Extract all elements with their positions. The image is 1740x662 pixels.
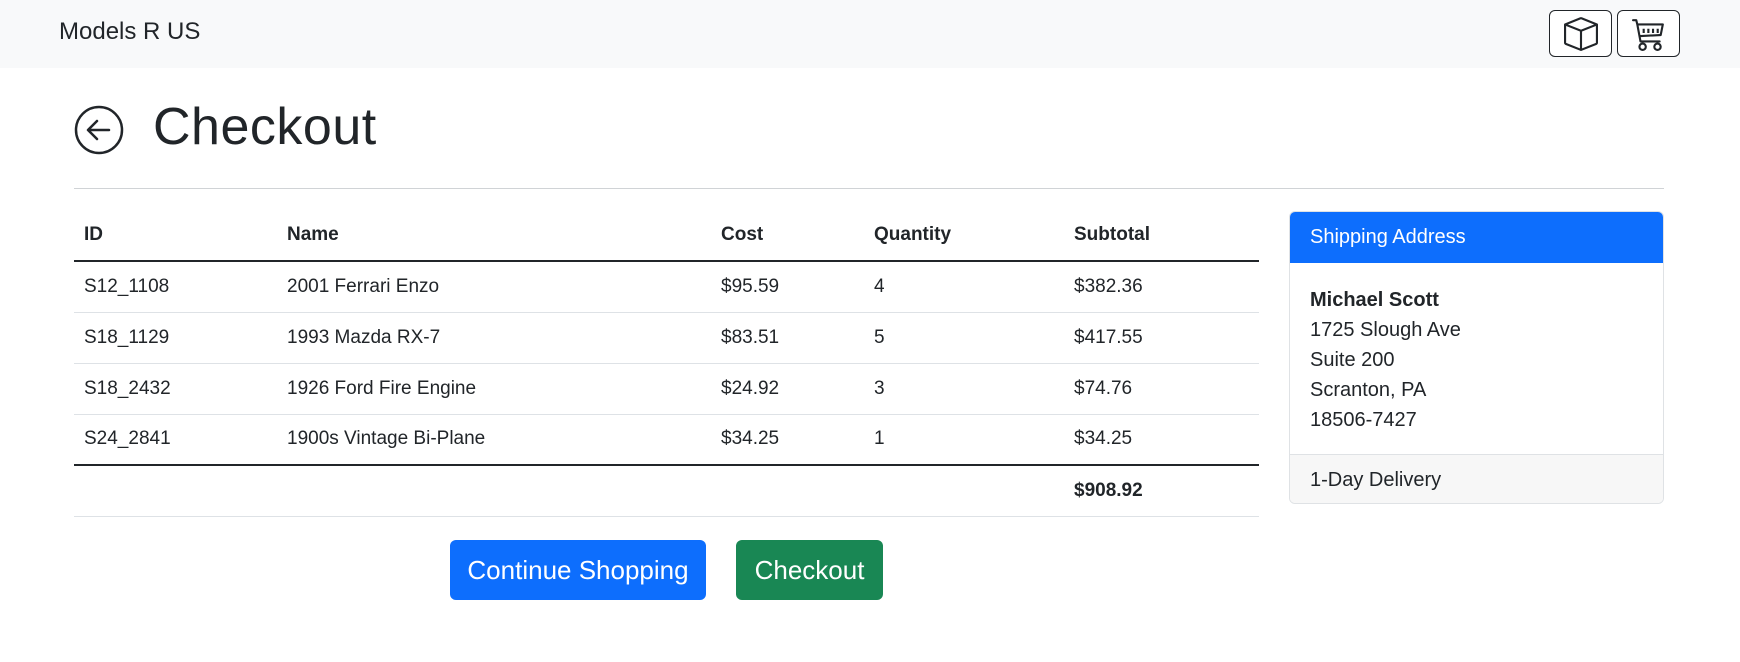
cell-id: S24_2841 xyxy=(74,414,277,466)
empty-cell xyxy=(277,465,711,517)
recipient-name: Michael Scott xyxy=(1310,289,1439,311)
page-title: Checkout xyxy=(153,98,377,156)
column-header-subtotal: Subtotal xyxy=(1064,210,1259,262)
cell-name: 2001 Ferrari Enzo xyxy=(277,261,711,313)
cell-quantity: 3 xyxy=(864,363,1064,415)
arrow-left-circle-icon xyxy=(74,105,124,155)
shipping-address-card: Shipping Address Michael Scott 1725 Slou… xyxy=(1289,211,1664,504)
address-line: Suite 200 xyxy=(1310,349,1395,371)
box-icon xyxy=(1563,16,1598,51)
column-header-id: ID xyxy=(74,210,277,262)
cart-button[interactable] xyxy=(1617,10,1680,57)
address-line: 1725 Slough Ave xyxy=(1310,319,1461,341)
cell-quantity: 4 xyxy=(864,261,1064,313)
cell-id: S12_1108 xyxy=(74,261,277,313)
checkout-button[interactable]: Checkout xyxy=(736,540,883,600)
cell-subtotal: $34.25 xyxy=(1064,414,1259,466)
table-header-row: ID Name Cost Quantity Subtotal xyxy=(74,210,1259,262)
navbar: Models R US xyxy=(0,0,1740,68)
empty-cell xyxy=(74,465,277,517)
empty-cell xyxy=(864,465,1064,517)
cell-cost: $34.25 xyxy=(711,414,864,466)
table-row: S24_2841 1900s Vintage Bi-Plane $34.25 1… xyxy=(74,414,1259,466)
continue-shopping-button[interactable]: Continue Shopping xyxy=(450,540,706,600)
table-row: S12_1108 2001 Ferrari Enzo $95.59 4 $382… xyxy=(74,261,1259,313)
cart-total: $908.92 xyxy=(1064,465,1259,517)
card-header: Shipping Address xyxy=(1290,212,1663,263)
column-header-quantity: Quantity xyxy=(864,210,1064,262)
cart-table: ID Name Cost Quantity Subtotal S12_1108 … xyxy=(74,210,1259,517)
empty-cell xyxy=(711,465,864,517)
cell-quantity: 5 xyxy=(864,312,1064,364)
cell-subtotal: $74.76 xyxy=(1064,363,1259,415)
card-body: Michael Scott 1725 Slough Ave Suite 200 … xyxy=(1290,263,1663,454)
total-row: $908.92 xyxy=(74,465,1259,517)
table-row: S18_2432 1926 Ford Fire Engine $24.92 3 … xyxy=(74,363,1259,415)
address-line: Scranton, PA xyxy=(1310,379,1427,401)
address-line: 18506-7427 xyxy=(1310,409,1417,431)
title-divider xyxy=(74,188,1664,189)
cell-subtotal: $417.55 xyxy=(1064,312,1259,364)
brand-name[interactable]: Models R US xyxy=(59,18,200,46)
column-header-name: Name xyxy=(277,210,711,262)
cell-name: 1926 Ford Fire Engine xyxy=(277,363,711,415)
cell-name: 1993 Mazda RX-7 xyxy=(277,312,711,364)
cell-name: 1900s Vintage Bi-Plane xyxy=(277,414,711,466)
cell-quantity: 1 xyxy=(864,414,1064,466)
cell-cost: $24.92 xyxy=(711,363,864,415)
back-button[interactable] xyxy=(74,105,124,155)
table-row: S18_1129 1993 Mazda RX-7 $83.51 5 $417.5… xyxy=(74,312,1259,364)
cell-subtotal: $382.36 xyxy=(1064,261,1259,313)
delivery-method: 1-Day Delivery xyxy=(1290,454,1663,503)
cart-icon xyxy=(1631,18,1664,51)
cell-cost: $83.51 xyxy=(711,312,864,364)
column-header-cost: Cost xyxy=(711,210,864,262)
cell-cost: $95.59 xyxy=(711,261,864,313)
cell-id: S18_2432 xyxy=(74,363,277,415)
products-button[interactable] xyxy=(1549,10,1612,57)
cell-id: S18_1129 xyxy=(74,312,277,364)
